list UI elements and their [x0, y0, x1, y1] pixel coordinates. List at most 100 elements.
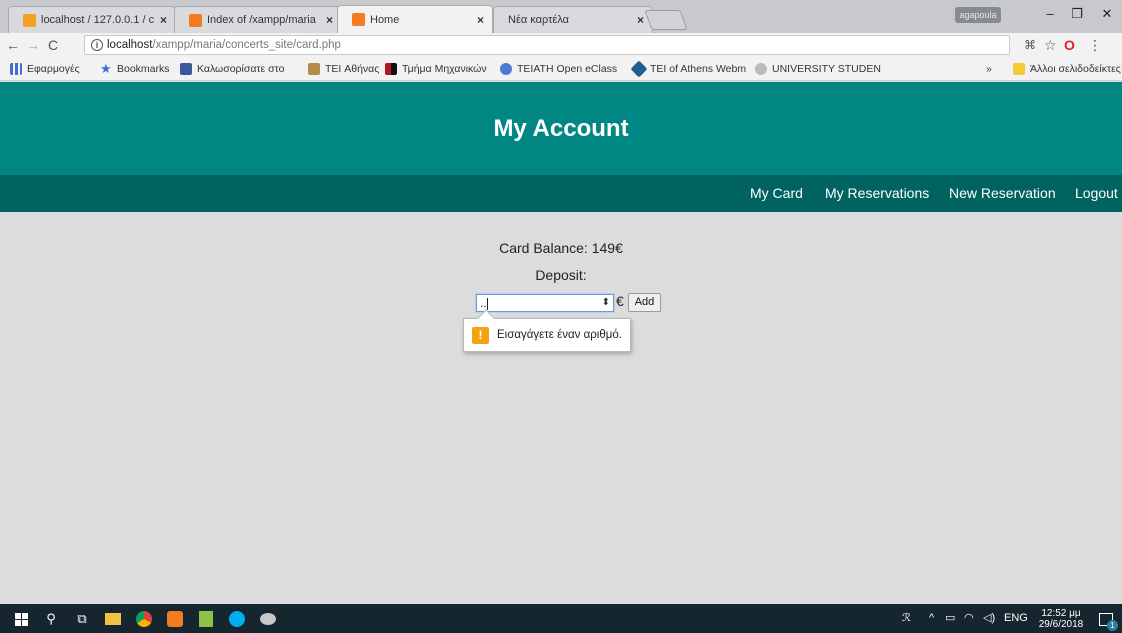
info-icon[interactable]: i [91, 39, 103, 51]
phpmyadmin-favicon-icon [23, 13, 36, 27]
notification-count: 1 [1107, 619, 1118, 631]
bookmark-label: Καλωσορίσατε στο [197, 63, 285, 75]
bookmark-university[interactable]: UNIVERSITY STUDEN [755, 57, 881, 81]
close-icon[interactable]: × [477, 13, 484, 27]
validation-tooltip: ! Εισαγάγετε έναν αριθμό. [463, 309, 631, 352]
opera-icon[interactable]: O [1064, 35, 1075, 55]
webmail-icon [630, 60, 648, 78]
web-page: My Account My Card My Reservations New R… [0, 82, 1122, 604]
xampp-favicon-icon [352, 13, 365, 26]
people-icon[interactable]: ℛ [902, 604, 911, 633]
apps-icon [10, 63, 22, 75]
text-cursor [486, 297, 488, 310]
xampp-icon[interactable] [164, 608, 186, 630]
browser-toolbar: ← → C i localhost/xampp/maria/concerts_s… [0, 33, 1122, 57]
close-icon[interactable]: × [160, 13, 167, 27]
page-header: My Account [0, 82, 1122, 175]
back-arrow-icon[interactable]: ← [4, 35, 22, 55]
language-indicator[interactable]: ENG [1004, 604, 1028, 633]
battery-icon[interactable]: ▭ [945, 604, 955, 633]
task-view-icon[interactable]: ⧉ [71, 608, 93, 630]
browser-tab-strip: localhost / 127.0.0.1 / co × Index of /x… [0, 0, 1122, 33]
menu-dots-icon[interactable]: ⋮ [1088, 35, 1102, 55]
notifications-icon[interactable]: 1 [1095, 608, 1118, 631]
deposit-label: Deposit: [535, 267, 587, 283]
tooltip-arrow [477, 309, 495, 327]
search-icon[interactable]: ⚲ [40, 608, 62, 630]
minimize-icon[interactable]: – [1035, 4, 1065, 24]
star-icon: ★ [100, 61, 112, 76]
close-icon[interactable]: × [326, 13, 333, 27]
reload-icon[interactable]: C [44, 35, 62, 55]
volume-icon[interactable]: ◁) [983, 604, 995, 633]
eclass-icon [500, 63, 512, 75]
tab-new-tab[interactable]: Νέα καρτέλα × [493, 6, 653, 33]
facebook-icon [180, 63, 192, 75]
tei-icon [308, 63, 320, 75]
tab-title: Index of /xampp/maria [207, 14, 316, 26]
bookmark-label: Εφαρμογές [27, 63, 80, 75]
clock-date: 29/6/2018 [1038, 619, 1084, 630]
nav-my-card[interactable]: My Card [750, 175, 803, 212]
tab-phpmyadmin[interactable]: localhost / 127.0.0.1 / co × [8, 6, 176, 33]
bookmark-tei[interactable]: TEI Αθήνας [308, 57, 379, 81]
validation-message: Εισαγάγετε έναν αριθμό. [497, 329, 622, 341]
nav-new-reservation[interactable]: New Reservation [949, 175, 1056, 212]
star-icon[interactable]: ☆ [1044, 35, 1057, 55]
skype-icon[interactable] [226, 608, 248, 630]
close-icon[interactable]: × [637, 13, 644, 27]
restore-icon[interactable]: ❐ [1062, 4, 1092, 24]
bookmark-label: UNIVERSITY STUDEN [772, 63, 881, 75]
bookmark-dept[interactable]: Τμήμα Μηχανικών [385, 57, 487, 81]
bookmarks-overflow[interactable]: » [986, 57, 992, 81]
tab-home[interactable]: Home × [337, 5, 493, 33]
xampp-favicon-icon [189, 13, 202, 27]
card-balance: Card Balance: 149€ [499, 240, 623, 256]
clock[interactable]: 12:52 μμ 29/6/2018 [1035, 608, 1087, 630]
bookmark-label: Bookmarks [117, 63, 170, 75]
windows-start-icon[interactable] [10, 608, 32, 630]
nav-my-reservations[interactable]: My Reservations [825, 175, 929, 212]
tab-title: localhost / 127.0.0.1 / co [41, 14, 154, 26]
folder-icon [1013, 63, 1025, 75]
tab-title: Νέα καρτέλα [508, 14, 570, 26]
url-path: /xampp/maria/concerts_site/card.php [152, 39, 341, 51]
clock-time: 12:52 μμ [1041, 608, 1081, 619]
bookmark-apps[interactable]: Εφαρμογές [10, 57, 80, 81]
new-tab-button[interactable] [644, 10, 688, 30]
wifi-icon[interactable]: ◠ [964, 604, 974, 633]
translate-icon[interactable]: ⌘ [1024, 35, 1036, 55]
currency-symbol: € [616, 293, 624, 309]
bookmark-bookmarks[interactable]: ★ Bookmarks [100, 57, 170, 81]
window-close-icon[interactable]: ✕ [1092, 4, 1122, 24]
bookmark-facebook[interactable]: Καλωσορίσατε στο [180, 57, 284, 81]
university-icon [755, 63, 767, 75]
address-bar[interactable]: i localhost/xampp/maria/concerts_site/ca… [84, 35, 1010, 55]
tab-title: Home [370, 13, 400, 26]
profile-button[interactable]: agapoula [955, 7, 1001, 23]
nav-menu: My Card My Reservations New Reservation … [0, 175, 1122, 212]
notepad-icon[interactable] [195, 608, 217, 630]
paint-icon[interactable] [257, 608, 279, 630]
nav-logout[interactable]: Logout [1075, 175, 1118, 212]
chrome-icon[interactable] [133, 608, 155, 630]
bookmark-label: TEI of Athens Webm [650, 63, 747, 75]
tab-index-of[interactable]: Index of /xampp/maria × [174, 6, 342, 33]
url-host: localhost [107, 39, 153, 51]
bookmark-label: Άλλοι σελιδοδείκτες [1030, 63, 1121, 75]
page-title: My Account [493, 115, 629, 142]
bookmarks-bar: Εφαρμογές ★ Bookmarks Καλωσορίσατε στο T… [0, 57, 1122, 81]
spinner-icon[interactable]: ⬍ [602, 295, 610, 311]
bookmark-label: TEI Αθήνας [325, 63, 380, 75]
bookmark-eclass[interactable]: TEIATH Open eClass [500, 57, 617, 81]
windows-taskbar: ⚲ ⧉ ℛ ^ ▭ ◠ ◁) ENG 12:52 μμ 29/6/2018 1 [0, 604, 1122, 633]
chevron-up-icon[interactable]: ^ [929, 604, 934, 633]
deposit-amount-input[interactable]: .. ⬍ [475, 293, 615, 313]
file-explorer-icon[interactable] [102, 608, 124, 630]
bookmark-label: TEIATH Open eClass [517, 63, 618, 75]
other-bookmarks[interactable]: Άλλοι σελιδοδείκτες [1013, 57, 1121, 81]
bookmark-label: Τμήμα Μηχανικών [402, 63, 487, 75]
forward-arrow-icon[interactable]: → [24, 35, 42, 55]
bookmark-webmail[interactable]: TEI of Athens Webm [630, 57, 747, 81]
add-button[interactable]: Add [628, 293, 661, 312]
